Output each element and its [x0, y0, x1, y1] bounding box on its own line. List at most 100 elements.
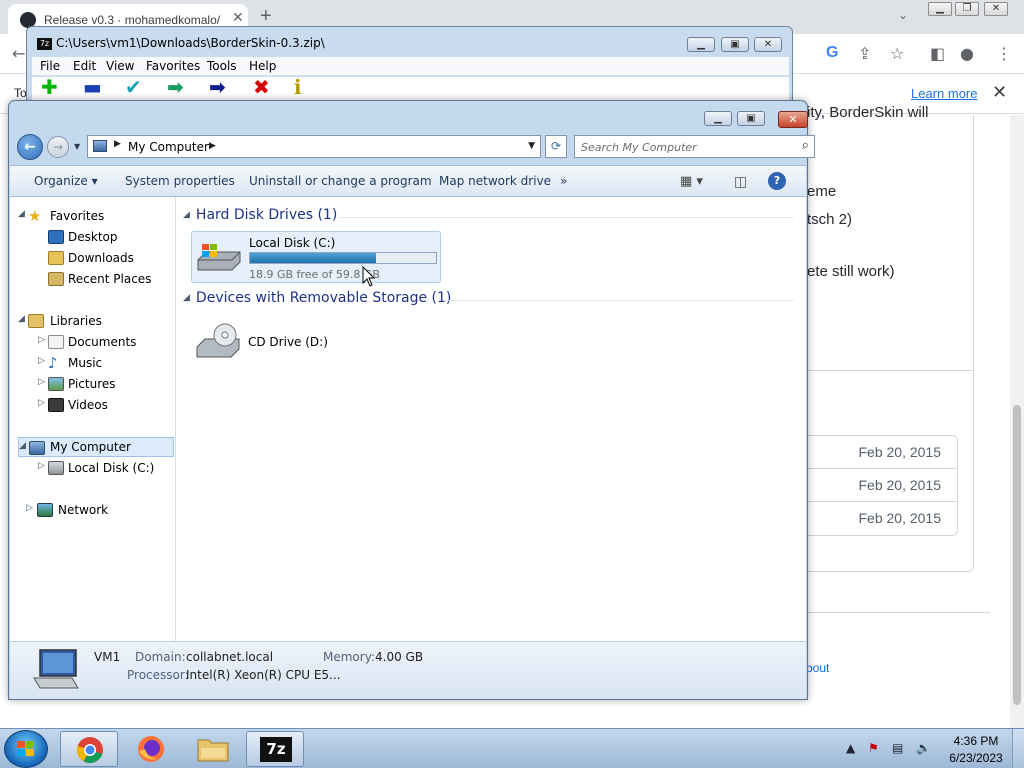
refresh-button[interactable]: ⟳	[545, 135, 567, 158]
expand-icon[interactable]: ▷	[38, 335, 45, 345]
more-commands-button[interactable]: »	[560, 174, 567, 188]
learn-more-link[interactable]: Learn more	[911, 86, 977, 101]
sevenzip-maximize-button[interactable]: ▣	[721, 37, 749, 52]
nav-videos[interactable]: ▷ Videos	[10, 395, 175, 415]
breadcrumb-arrow-icon[interactable]: ▶	[209, 141, 216, 151]
clock-time[interactable]: 4:36 PM	[948, 734, 1004, 748]
address-dropdown-icon[interactable]: ▼	[528, 141, 535, 151]
nav-libraries[interactable]: ◢ Libraries	[10, 311, 175, 331]
new-tab-button[interactable]: +	[260, 5, 272, 28]
show-desktop-button[interactable]	[1012, 729, 1024, 768]
back-icon[interactable]: ←	[12, 44, 25, 63]
collapse-icon[interactable]: ◢	[18, 209, 25, 219]
show-hidden-icons[interactable]: ▲	[846, 741, 855, 755]
page-scrollbar[interactable]	[1010, 115, 1024, 728]
infobar-close-icon[interactable]: ✕	[992, 82, 1007, 103]
maximize-button[interactable]: ❐	[955, 2, 979, 16]
scrollbar-thumb[interactable]	[1013, 405, 1021, 705]
share-icon[interactable]: ⇪	[858, 44, 871, 63]
group-header-removable[interactable]: ◢ Devices with Removable Storage (1)	[183, 290, 451, 306]
drive-d-tile[interactable]: CD Drive (D:)	[191, 315, 341, 367]
expand-icon[interactable]: ▷	[38, 377, 45, 387]
google-icon[interactable]: G	[826, 44, 838, 62]
system-properties-button[interactable]: System properties	[125, 174, 235, 188]
nav-downloads[interactable]: Downloads	[10, 248, 175, 268]
menu-help[interactable]: Help	[249, 59, 276, 73]
nav-network[interactable]: ▷ Network	[10, 500, 175, 520]
action-center-icon[interactable]: ⚑	[868, 741, 879, 755]
nav-pictures[interactable]: ▷ Pictures	[10, 374, 175, 394]
nav-music[interactable]: ▷ ♪ Music	[10, 353, 175, 373]
nav-documents[interactable]: ▷ Documents	[10, 332, 175, 352]
forward-button[interactable]: →	[47, 136, 69, 158]
breadcrumb-my-computer[interactable]: My Computer	[128, 140, 209, 154]
tab-close-icon[interactable]: ✕	[232, 10, 244, 26]
asset-row[interactable]: Feb 20, 2015	[790, 436, 957, 469]
collapse-icon[interactable]: ◢	[183, 293, 190, 303]
test-icon[interactable]: ✔	[125, 76, 142, 98]
delete-icon[interactable]: ✖	[253, 76, 270, 98]
info-icon[interactable]: ℹ	[294, 76, 302, 98]
extract-icon[interactable]: ▬	[83, 76, 102, 98]
collapse-icon[interactable]: ◢	[183, 210, 190, 220]
expand-icon[interactable]: ▷	[38, 356, 45, 366]
tab-search-icon[interactable]: ⌄	[898, 8, 908, 22]
view-options-icon[interactable]: ▦ ▾	[680, 174, 703, 189]
group-header-hard-disk[interactable]: ◢ Hard Disk Drives (1)	[183, 207, 337, 223]
menu-tools[interactable]: Tools	[207, 59, 237, 73]
expand-icon[interactable]: ▷	[38, 461, 45, 471]
menu-icon[interactable]: ⋮	[996, 44, 1012, 63]
map-network-drive-button[interactable]: Map network drive	[439, 174, 551, 188]
collapse-icon[interactable]: ◢	[19, 441, 26, 451]
recent-pages-dropdown[interactable]: ▼	[74, 142, 80, 151]
taskbar-firefox[interactable]	[122, 731, 180, 767]
breadcrumb-arrow-icon[interactable]: ▶	[114, 139, 121, 149]
explorer-maximize-button[interactable]: ▣	[737, 111, 765, 126]
taskbar-7zip[interactable]: 7z	[246, 731, 304, 767]
close-button[interactable]: ✕	[984, 2, 1008, 16]
sevenzip-close-button[interactable]: ✕	[754, 37, 782, 52]
menu-favorites[interactable]: Favorites	[146, 59, 200, 73]
videos-icon	[48, 398, 64, 412]
move-icon[interactable]: ➡	[209, 76, 226, 98]
taskbar-explorer[interactable]	[184, 731, 242, 767]
nav-desktop[interactable]: Desktop	[10, 227, 175, 247]
add-icon[interactable]: ✚	[41, 76, 58, 98]
asset-row[interactable]: Feb 20, 2015	[790, 502, 957, 535]
clock-date[interactable]: 6/23/2023	[944, 751, 1008, 765]
expand-icon[interactable]: ▷	[26, 503, 33, 513]
menu-edit[interactable]: Edit	[73, 59, 96, 73]
expand-icon[interactable]: ▷	[38, 398, 45, 408]
search-input[interactable]	[581, 139, 781, 155]
uninstall-program-button[interactable]: Uninstall or change a program	[249, 174, 432, 188]
taskbar-chrome[interactable]	[60, 731, 118, 767]
explorer-close-button[interactable]: ✕	[778, 111, 808, 128]
organize-button[interactable]: Organize ▾	[34, 174, 98, 188]
sevenzip-minimize-button[interactable]: ▁	[687, 37, 715, 52]
nav-recent-places[interactable]: Recent Places	[10, 269, 175, 289]
address-bar[interactable]: ▶ My Computer ▶ ▼	[87, 135, 541, 158]
minimize-button[interactable]: ▁	[928, 2, 952, 16]
explorer-minimize-button[interactable]: ▁	[704, 111, 732, 126]
help-icon[interactable]: ?	[768, 172, 786, 190]
preview-pane-icon[interactable]: ◫	[734, 174, 747, 190]
menu-view[interactable]: View	[106, 59, 134, 73]
nav-local-disk[interactable]: ▷ Local Disk (C:)	[10, 458, 175, 478]
search-box[interactable]: ⌕	[574, 135, 815, 158]
profile-icon[interactable]: ●	[960, 44, 974, 63]
start-button[interactable]	[4, 730, 48, 768]
drive-c-tile[interactable]: Local Disk (C:) 18.9 GB free of 59.8 GB	[191, 231, 441, 283]
menu-file[interactable]: File	[40, 59, 60, 73]
back-button[interactable]: ←	[17, 134, 43, 160]
side-panel-icon[interactable]: ◧	[930, 44, 945, 63]
search-icon[interactable]: ⌕	[802, 138, 809, 153]
bookmark-star-icon[interactable]: ☆	[890, 44, 904, 63]
collapse-icon[interactable]: ◢	[18, 314, 25, 324]
copy-icon[interactable]: ➡	[167, 76, 184, 98]
nav-my-computer[interactable]: ◢ My Computer	[18, 437, 174, 457]
nav-favorites[interactable]: ◢ ★ Favorites	[10, 206, 175, 226]
footer-about-link[interactable]: bout	[806, 661, 829, 675]
asset-row[interactable]: Feb 20, 2015	[790, 469, 957, 502]
network-tray-icon[interactable]: ▤	[892, 741, 903, 755]
volume-icon[interactable]: 🔈	[916, 741, 931, 755]
